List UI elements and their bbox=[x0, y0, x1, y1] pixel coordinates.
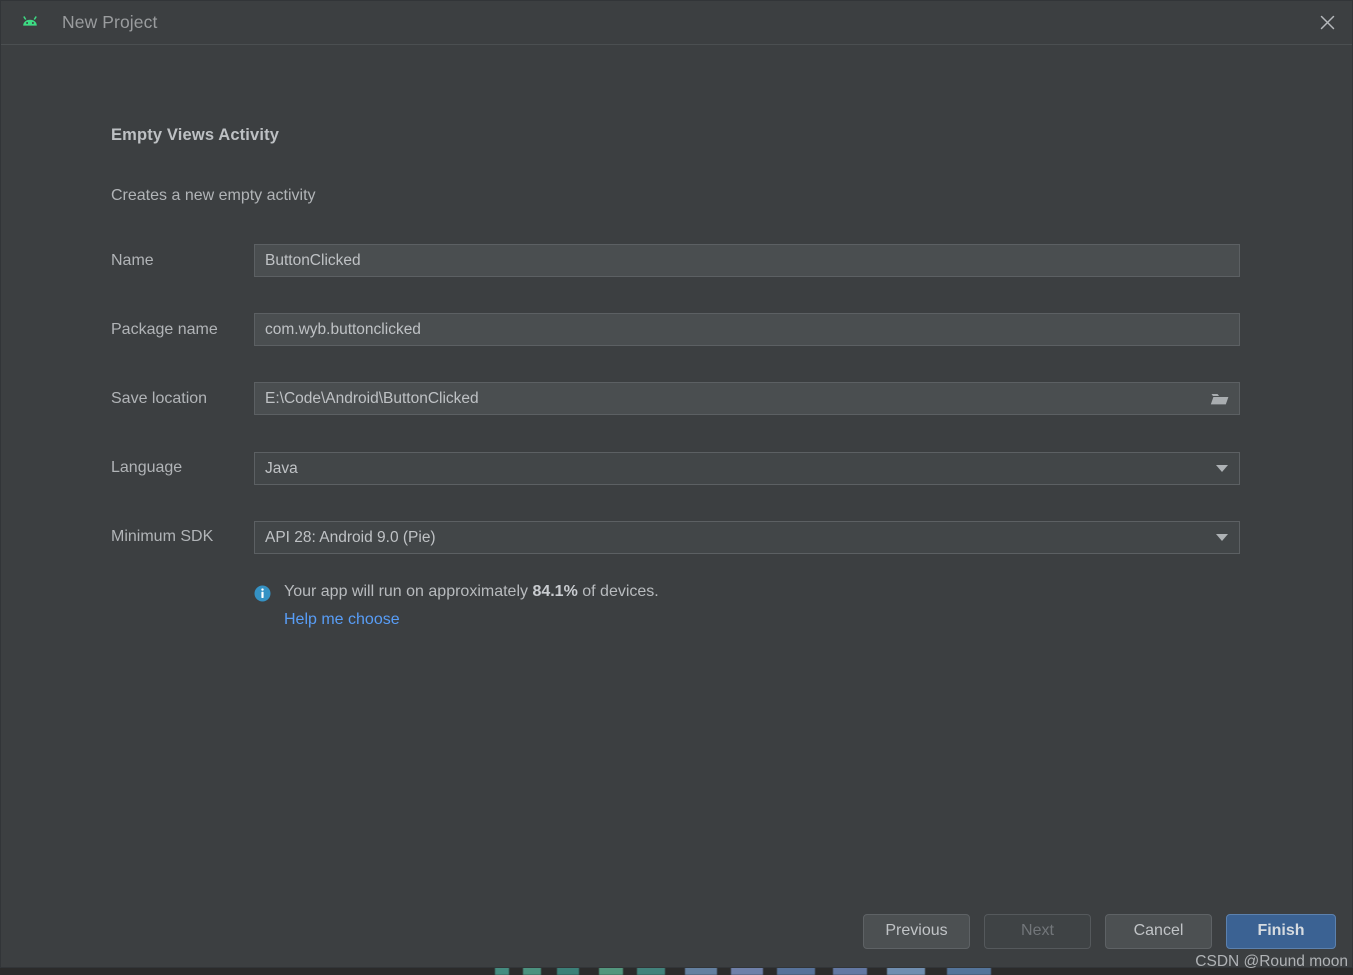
device-coverage-info: Your app will run on approximately 84.1%… bbox=[254, 582, 659, 602]
device-coverage-text: Your app will run on approximately 84.1%… bbox=[284, 582, 659, 602]
device-coverage-prefix: Your app will run on approximately bbox=[284, 583, 533, 600]
dialog-title: New Project bbox=[62, 12, 158, 32]
package-name-value: com.wyb.buttonclicked bbox=[265, 320, 421, 338]
form-row-language: Language Java bbox=[1, 448, 1352, 517]
label-save-location: Save location bbox=[111, 390, 208, 407]
label-package-name: Package name bbox=[111, 321, 218, 338]
form-row-minimum-sdk: Minimum SDK API 28: Android 9.0 (Pie) bbox=[1, 517, 1352, 586]
package-name-input[interactable]: com.wyb.buttonclicked bbox=[254, 313, 1240, 346]
form-row-name: Name ButtonClicked bbox=[1, 241, 1352, 310]
form-row-package-name: Package name com.wyb.buttonclicked bbox=[1, 310, 1352, 379]
cancel-button[interactable]: Cancel bbox=[1105, 913, 1212, 949]
language-select[interactable]: Java bbox=[254, 452, 1240, 485]
help-me-choose-link[interactable]: Help me choose bbox=[284, 611, 400, 629]
form-row-save-location: Save location E:\Code\Android\ButtonClic… bbox=[1, 379, 1352, 448]
label-project-name: Name bbox=[111, 252, 154, 269]
new-project-dialog: New Project Empty Views Activity Creates… bbox=[0, 0, 1353, 970]
info-icon bbox=[254, 585, 271, 602]
minimum-sdk-select[interactable]: API 28: Android 9.0 (Pie) bbox=[254, 521, 1240, 554]
save-location-input[interactable]: E:\Code\Android\ButtonClicked bbox=[254, 382, 1240, 415]
close-icon[interactable] bbox=[1302, 1, 1352, 44]
project-form: Name ButtonClicked Package name com.wyb.… bbox=[1, 241, 1352, 586]
dialog-body: Empty Views Activity Creates a new empty… bbox=[1, 45, 1352, 895]
save-location-value: E:\Code\Android\ButtonClicked bbox=[265, 389, 479, 407]
label-minimum-sdk: Minimum SDK bbox=[111, 528, 214, 545]
minimum-sdk-value: API 28: Android 9.0 (Pie) bbox=[265, 528, 436, 546]
label-language: Language bbox=[111, 459, 183, 476]
chevron-down-icon[interactable] bbox=[1205, 522, 1239, 553]
dialog-footer: Previous Next Cancel Finish CSDN @Round … bbox=[1, 895, 1352, 970]
device-coverage-suffix: of devices. bbox=[577, 583, 659, 600]
device-coverage-percent: 84.1% bbox=[532, 583, 578, 600]
android-robot-icon bbox=[20, 13, 40, 33]
project-name-value: ButtonClicked bbox=[265, 251, 361, 269]
language-value: Java bbox=[265, 459, 298, 477]
page-title: Empty Views Activity bbox=[111, 126, 280, 144]
folder-icon[interactable] bbox=[1201, 383, 1239, 414]
chevron-down-icon[interactable] bbox=[1205, 453, 1239, 484]
page-description: Creates a new empty activity bbox=[111, 187, 316, 204]
previous-button[interactable]: Previous bbox=[863, 913, 970, 949]
next-button: Next bbox=[984, 913, 1091, 949]
finish-button[interactable]: Finish bbox=[1226, 913, 1336, 949]
dialog-titlebar: New Project bbox=[1, 1, 1352, 45]
project-name-input[interactable]: ButtonClicked bbox=[254, 244, 1240, 277]
